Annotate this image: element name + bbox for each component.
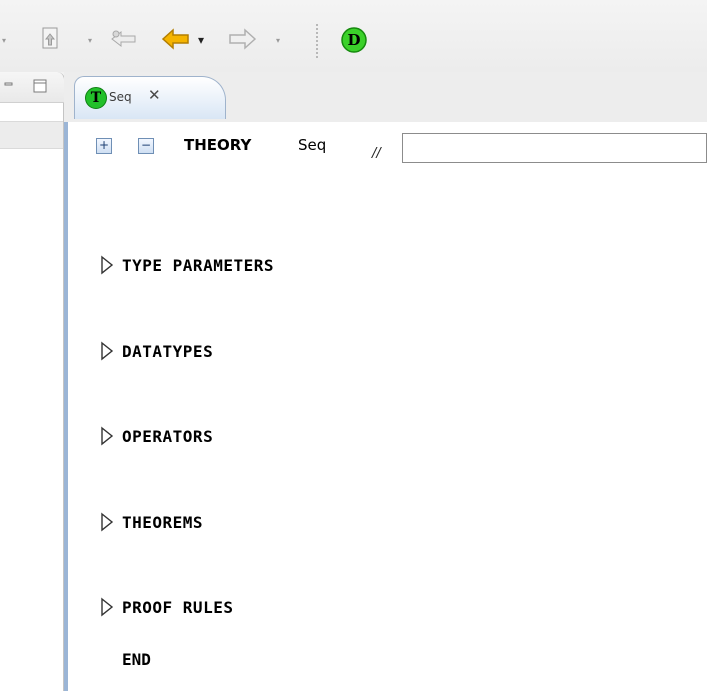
expand-arrow-icon[interactable] (100, 512, 114, 532)
maximize-view-icon[interactable] (32, 78, 48, 94)
tab-label: Seq (109, 90, 132, 104)
d-badge-text: D (347, 31, 360, 49)
back-arrow-icon[interactable] (160, 26, 192, 52)
left-view-selection-band (0, 121, 63, 149)
left-view-header (0, 72, 65, 103)
tab-seq[interactable]: T Seq ✕ (74, 76, 226, 119)
expand-arrow-icon[interactable] (100, 341, 114, 361)
expand-arrow-icon[interactable] (100, 426, 114, 446)
back-history-icon[interactable] (108, 26, 142, 52)
editor-tab-strip: T Seq ✕ (64, 72, 707, 123)
section-label: PROOF RULES (122, 597, 234, 617)
toolbar-separator (316, 24, 318, 58)
back-dropdown-arrow-icon[interactable]: ▾ (198, 33, 204, 47)
left-side-view (0, 72, 65, 691)
theory-keyword: THEORY (184, 136, 252, 154)
comment-marker: // (372, 146, 381, 161)
section-datatypes[interactable]: DATATYPES (100, 338, 213, 364)
expand-arrow-icon[interactable] (100, 597, 114, 617)
collapse-all-icon[interactable]: − (138, 138, 154, 154)
theory-comment-field[interactable] (402, 133, 707, 163)
expand-arrow-icon[interactable] (100, 255, 114, 275)
section-proof-rules[interactable]: PROOF RULES (100, 594, 233, 620)
minimize-view-icon[interactable] (4, 78, 16, 90)
left-view-body (0, 103, 64, 691)
section-label: DATATYPES (122, 341, 214, 361)
expand-all-icon[interactable]: + (96, 138, 112, 154)
close-icon[interactable]: ✕ (148, 86, 161, 104)
toolbar-dropdown-arrow-icon[interactable]: ▾ (88, 36, 92, 45)
end-keyword: END (122, 650, 151, 669)
section-type-parameters[interactable]: TYPE PARAMETERS (100, 252, 274, 278)
section-theorems[interactable]: THEOREMS (100, 509, 203, 535)
section-label: OPERATORS (122, 426, 214, 446)
forward-arrow-icon[interactable] (226, 26, 258, 52)
next-annotation-icon[interactable] (38, 26, 62, 52)
section-label: THEOREMS (122, 512, 204, 532)
main-toolbar: ▾ ▾ ▾ ▾ D (0, 0, 707, 72)
section-operators[interactable]: OPERATORS (100, 423, 213, 449)
forward-dropdown-arrow-icon[interactable]: ▾ (276, 36, 280, 45)
theory-file-icon: T (85, 87, 107, 109)
d-badge-icon[interactable]: D (340, 26, 368, 54)
theory-name: Seq (298, 136, 327, 154)
section-label: TYPE PARAMETERS (122, 255, 274, 275)
toolbar-dropdown-arrow-icon[interactable]: ▾ (2, 36, 6, 45)
